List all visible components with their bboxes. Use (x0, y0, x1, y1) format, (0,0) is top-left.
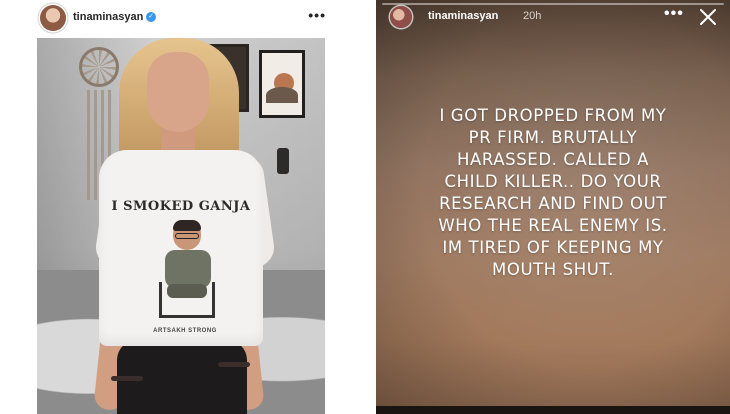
post-header: tinaminasyan ✓ ••• (38, 2, 328, 34)
shirt-cartoon (145, 220, 225, 324)
dreamcatcher (79, 47, 119, 87)
avatar[interactable] (40, 5, 66, 31)
story-text-line: HARASSED. CALLED A (456, 150, 649, 169)
more-options-icon[interactable]: ••• (664, 5, 684, 23)
instagram-story[interactable]: tinaminasyan 20h ••• I GOT DROPPED FROM … (376, 0, 730, 414)
close-icon[interactable] (697, 6, 719, 28)
instagram-post: tinaminasyan ✓ ••• I SMOKED GANJA ARTSAK… (0, 0, 362, 414)
story-text-line: MOUTH SHUT. (492, 260, 614, 279)
verified-badge-icon: ✓ (146, 12, 156, 22)
story-text: I GOT DROPPED FROM MY PR FIRM. BRUTALLY … (386, 105, 720, 281)
story-text-line: PR FIRM. BRUTALLY (468, 128, 638, 147)
story-text-line: CHILD KILLER.. DO YOUR (444, 172, 662, 191)
wall-art-frame (259, 50, 305, 118)
post-photo[interactable]: I SMOKED GANJA ARTSAKH STRONG (37, 38, 325, 414)
post-username[interactable]: tinaminasyan (73, 11, 143, 23)
story-text-line: I GOT DROPPED FROM MY (439, 106, 667, 125)
story-text-line: RESEARCH AND FIND OUT (439, 194, 667, 213)
more-options-icon[interactable]: ••• (308, 7, 326, 23)
story-avatar[interactable] (390, 6, 412, 28)
story-username[interactable]: tinaminasyan (428, 10, 498, 22)
shirt-bottom-text: ARTSAKH STRONG (153, 328, 217, 334)
story-timestamp: 20h (523, 10, 542, 22)
lamp (277, 148, 289, 174)
story-text-line: WHO THE REAL ENEMY IS. (438, 216, 668, 235)
person-face (147, 52, 209, 132)
story-text-line: IM TIRED OF KEEPING MY (442, 238, 664, 257)
shirt-text: I SMOKED GANJA (111, 199, 251, 214)
